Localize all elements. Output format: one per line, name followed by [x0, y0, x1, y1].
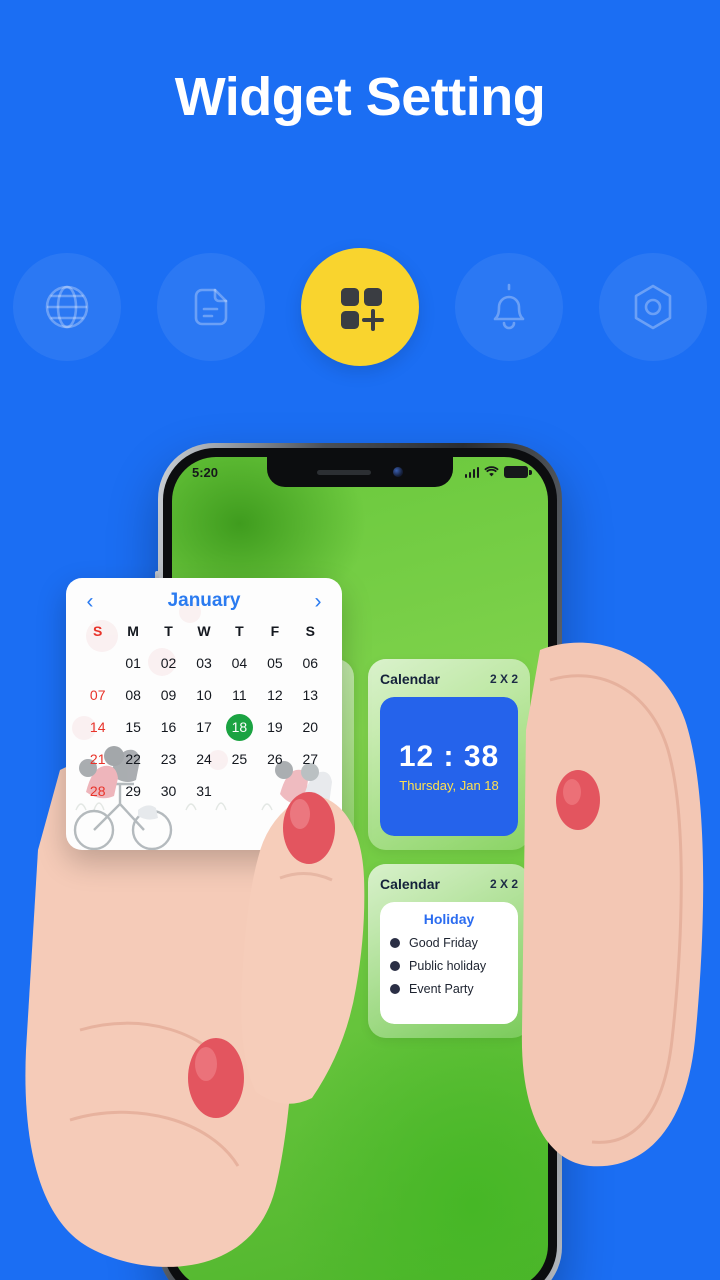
calendar-date-cell[interactable]: 04 — [222, 650, 257, 677]
document-icon — [183, 279, 239, 335]
calendar-date-cell[interactable]: 05 — [257, 650, 292, 677]
calendar-day-label: T — [235, 623, 244, 639]
bell-icon-button[interactable] — [455, 253, 563, 361]
holiday-widget-preview: Holiday Good Friday Public holiday Event… — [380, 902, 518, 1024]
calendar-date-cell[interactable]: 25 — [222, 746, 257, 773]
widget-add-icon-button[interactable] — [301, 248, 419, 366]
app-screenshot: Widget Setting 5:20 Calendar 2 X 2 12: … — [0, 0, 720, 1280]
camera-icon — [625, 279, 681, 335]
wifi-icon — [484, 465, 499, 480]
globe-icon-button[interactable] — [13, 253, 121, 361]
calendar-date-cell[interactable]: 19 — [257, 714, 292, 741]
calendar-day-label: M — [127, 623, 139, 639]
calendar-date-cell[interactable]: 06 — [293, 650, 328, 677]
calendar-day-label: S — [305, 623, 315, 639]
calendar-date-cell[interactable]: 24 — [186, 746, 221, 773]
calendar-date-cell[interactable]: 17 — [186, 714, 221, 741]
holiday-list-item-label: Public holiday — [409, 959, 487, 973]
hand-right — [520, 610, 720, 1170]
category-icon-row — [0, 248, 720, 366]
holiday-list-item: Good Friday — [390, 936, 508, 950]
widget-size-badge: 2 X 2 — [489, 877, 518, 891]
holiday-list-item-label: Good Friday — [409, 936, 478, 950]
calendar-date-cell[interactable]: 31 — [186, 778, 221, 805]
calendar-next-month-button[interactable]: › — [308, 591, 328, 612]
document-icon-button[interactable] — [157, 253, 265, 361]
widget-card-title: Calendar — [380, 671, 440, 687]
calendar-month-label: January — [167, 590, 241, 611]
earpiece-speaker — [317, 469, 371, 475]
calendar-date-cell[interactable]: 12 — [257, 682, 292, 709]
clock-widget-date: Thursday, Jan 18 — [399, 778, 499, 793]
pointing-finger — [236, 782, 396, 1117]
calendar-day-label: F — [270, 623, 280, 639]
calendar-date-cell[interactable]: 27 — [293, 746, 328, 773]
holiday-list-item: Public holiday — [390, 959, 508, 973]
calendar-date-cell[interactable]: 16 — [151, 714, 186, 741]
calendar-date-cell[interactable]: 09 — [151, 682, 186, 709]
calendar-day-label: T — [164, 623, 173, 639]
calendar-day-label: S — [93, 623, 103, 639]
calendar-date-cell[interactable]: 20 — [293, 714, 328, 741]
calendar-date-cell[interactable]: 03 — [186, 650, 221, 677]
front-camera-icon — [393, 467, 403, 477]
page-title: Widget Setting — [174, 67, 546, 127]
holiday-list-item-label: Event Party — [409, 982, 474, 996]
calendar-date-cell[interactable]: 11 — [222, 682, 257, 709]
bell-icon — [481, 279, 537, 335]
holiday-widget-title: Holiday — [423, 911, 475, 927]
clock-widget-time: 12 : 38 — [398, 740, 500, 773]
calendar-date-cell[interactable]: 08 — [115, 682, 150, 709]
phone-notch — [267, 457, 453, 487]
calendar-date-cell[interactable]: 29 — [115, 778, 150, 805]
calendar-date-cell[interactable]: 14 — [80, 714, 115, 741]
calendar-date-cell[interactable]: 10 — [186, 682, 221, 709]
calendar-day-label: W — [197, 623, 211, 639]
battery-icon — [504, 466, 532, 478]
clock-widget-preview: 12 : 38 Thursday, Jan 18 — [380, 697, 518, 836]
calendar-today-label: 18 — [225, 714, 253, 741]
widget-add-icon — [332, 279, 388, 335]
calendar-date-cell[interactable]: 22 — [115, 746, 150, 773]
calendar-date-cell[interactable]: 01 — [115, 650, 150, 677]
calendar-prev-month-button[interactable]: ‹ — [80, 591, 100, 612]
widget-card-header: Calendar 2 X 2 — [380, 876, 518, 892]
calendar-date-cell[interactable]: 07 — [80, 682, 115, 709]
calendar-date-cell[interactable]: 30 — [151, 778, 186, 805]
calendar-date-cell[interactable]: 28 — [80, 778, 115, 805]
calendar-date-cell-today[interactable]: 18 — [222, 714, 257, 741]
calendar-date-cell[interactable]: 13 — [293, 682, 328, 709]
globe-icon — [39, 279, 95, 335]
calendar-grid: S M T W T F S 01 02 03 04 05 06 07 08 09… — [80, 623, 328, 805]
signal-bars-icon — [464, 466, 479, 478]
calendar-date-cell[interactable]: 26 — [257, 746, 292, 773]
camera-icon-button[interactable] — [599, 253, 707, 361]
calendar-date-cell[interactable]: 15 — [115, 714, 150, 741]
calendar-date-cell[interactable]: 21 — [80, 746, 115, 773]
status-bar-time: 5:20 — [192, 464, 219, 480]
holiday-list-item: Event Party — [390, 982, 508, 996]
widget-card-header: Calendar 2 X 2 — [380, 671, 518, 687]
widget-size-badge: 2 X 2 — [489, 672, 518, 686]
calendar-date-cell[interactable]: 02 — [151, 650, 186, 677]
calendar-header: ‹ January › — [80, 590, 328, 612]
calendar-date-cell[interactable]: 23 — [151, 746, 186, 773]
